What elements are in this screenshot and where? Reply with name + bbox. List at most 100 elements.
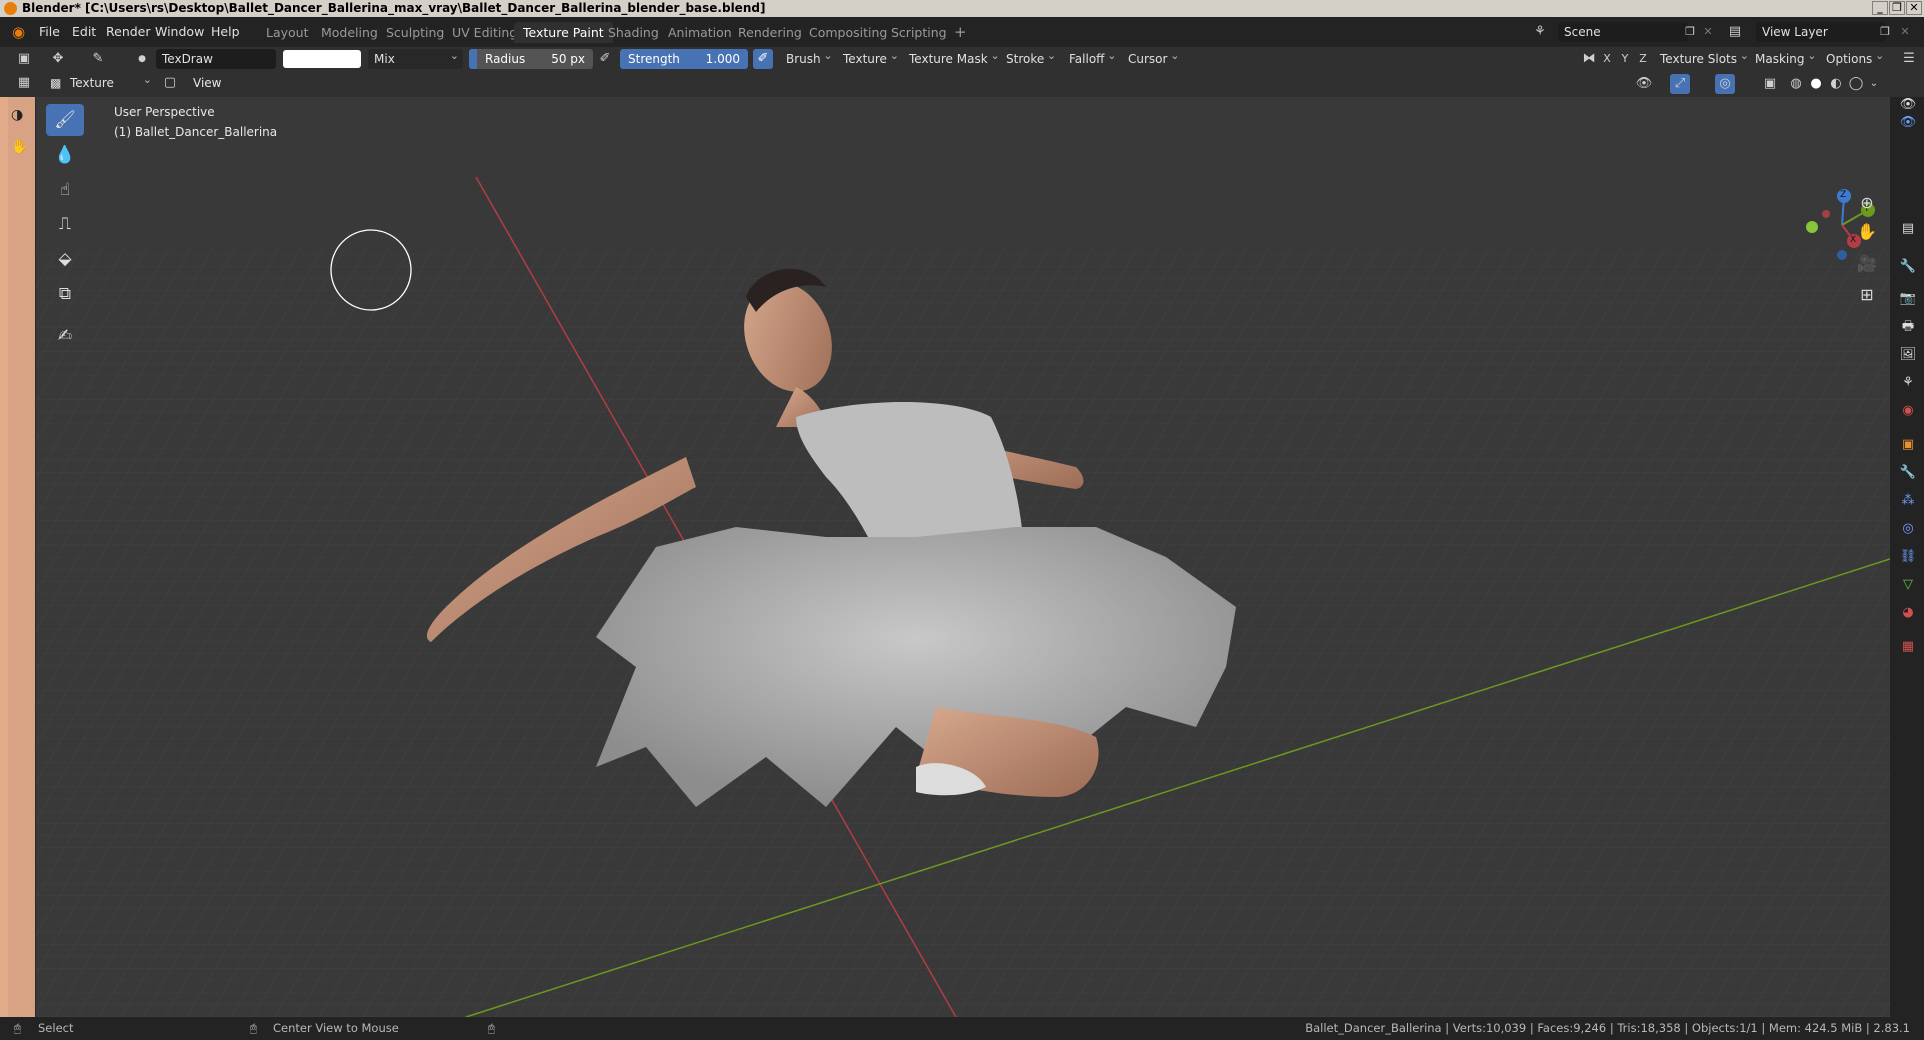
view-menu[interactable]: View [193, 76, 221, 90]
scene-browse-icon[interactable]: ⚘ [1530, 22, 1550, 42]
modifier-properties-icon[interactable]: 🔧 [1898, 463, 1918, 483]
tool-properties-icon[interactable]: ▤ [1898, 219, 1918, 239]
tab-modeling[interactable]: Modeling [312, 22, 387, 43]
scene-name-field[interactable]: Scene [1558, 22, 1688, 42]
3d-viewport[interactable]: Z Y X User Perspective (1) Ballet_Dancer… [36, 97, 1890, 1017]
add-workspace-button[interactable]: + [945, 22, 976, 43]
radius-slider[interactable]: Radius 50 px [469, 49, 593, 69]
texture-slots-menu[interactable]: Texture Slots [1654, 46, 1753, 69]
strength-label: Strength [628, 52, 680, 66]
pan-icon[interactable]: ✋ [1853, 218, 1881, 246]
draw-tool[interactable]: 🖌 [46, 104, 84, 136]
wireframe-shading-icon[interactable]: ◍ [1786, 74, 1806, 94]
gizmo-toggle-icon[interactable]: ⤢ [1670, 74, 1690, 94]
options-menu[interactable]: Options [1820, 46, 1888, 69]
stroke-menu[interactable]: Stroke [1000, 46, 1060, 69]
tab-shading[interactable]: Shading [599, 22, 668, 43]
xray-toggle-icon[interactable]: ▣ [1760, 74, 1780, 94]
menu-window[interactable]: Window [155, 24, 204, 39]
menu-edit[interactable]: Edit [72, 24, 96, 39]
blender-logo-icon [4, 2, 17, 15]
mirror-z-toggle[interactable]: Z [1633, 49, 1653, 69]
region-toggle-icon[interactable]: ◑ [11, 107, 23, 123]
brush-menu[interactable]: Brush [780, 46, 837, 69]
material-shading-icon[interactable]: ◐ [1826, 74, 1846, 94]
strength-slider[interactable]: Strength 1.000 [620, 49, 748, 69]
rendered-shading-icon[interactable]: ◯ [1846, 74, 1866, 94]
overlay-toggle-icon[interactable]: ◎ [1715, 74, 1735, 94]
data-properties-icon[interactable]: ▽ [1898, 575, 1918, 595]
mouse-left-icon: 🖱 [14, 1021, 21, 1035]
view-layer-new-icon[interactable]: ❐ [1875, 22, 1895, 42]
masking-menu[interactable]: Masking [1749, 46, 1820, 69]
fill-tool[interactable]: ⬙ [46, 243, 84, 275]
mirror-icon[interactable]: ⧓ [1579, 49, 1599, 69]
soften-tool[interactable]: 💧 [46, 139, 84, 171]
mode-dropdown[interactable]: ▩ Texture Paint [46, 70, 156, 110]
particle-properties-icon[interactable]: ⁂ [1898, 491, 1918, 511]
menu-help[interactable]: Help [211, 24, 240, 39]
physics-properties-icon[interactable]: ◎ [1898, 519, 1918, 539]
tab-texture-paint[interactable]: Texture Paint [514, 22, 613, 43]
texture-properties-icon[interactable]: ▦ [1898, 637, 1918, 657]
texture-menu[interactable]: Texture [837, 46, 903, 69]
tab-sculpting[interactable]: Sculpting [377, 22, 453, 43]
clone-tool[interactable]: ⎍ [46, 208, 84, 240]
scene-properties-icon[interactable]: ⚘ [1898, 373, 1918, 393]
eye-visibility-icon[interactable]: 👁 [1898, 95, 1918, 115]
brush-preview-icon[interactable]: ✎ [88, 49, 108, 69]
scene-new-icon[interactable]: ❐ [1680, 22, 1700, 42]
constraint-properties-icon[interactable]: ⛓ [1898, 547, 1918, 567]
menu-file[interactable]: File [39, 24, 60, 39]
perspective-toggle-icon[interactable]: ⊞ [1853, 281, 1881, 309]
scene-remove-icon[interactable]: ✕ [1698, 22, 1718, 42]
visibility-icon[interactable]: 👁 [1634, 74, 1654, 94]
view-layer-remove-icon[interactable]: ✕ [1895, 22, 1915, 42]
zoom-icon[interactable]: ⊕ [1853, 189, 1881, 217]
render-properties-icon[interactable]: 📷 [1898, 289, 1918, 309]
fake-user-icon[interactable]: ● [132, 49, 152, 69]
eye-active-icon[interactable]: 👁 [1898, 113, 1918, 133]
strength-pressure-icon[interactable]: ✐ [753, 49, 773, 69]
status-center-view: Center View to Mouse [273, 1021, 399, 1035]
texture-mask-menu[interactable]: Texture Mask [903, 46, 1004, 69]
tab-rendering[interactable]: Rendering [729, 22, 811, 43]
tool-shelf: 🖌 💧 ☝ ⎍ ⬙ ⧉ ✍ [44, 104, 88, 354]
cursor-menu[interactable]: Cursor [1122, 46, 1183, 69]
radius-pressure-icon[interactable]: ✐ [595, 49, 615, 69]
mask-tool[interactable]: ⧉ [46, 278, 84, 310]
tab-layout[interactable]: Layout [257, 22, 318, 43]
mask-toggle-icon[interactable]: ▢ [160, 73, 180, 93]
object-properties-icon[interactable]: ▣ [1898, 435, 1918, 455]
brush-name-field[interactable]: TexDraw [156, 49, 276, 69]
minimize-button[interactable]: _ [1872, 1, 1888, 15]
shading-options-icon[interactable]: ⌄ [1864, 74, 1884, 94]
view-layer-field[interactable]: View Layer [1756, 22, 1886, 42]
world-properties-icon[interactable]: ◉ [1898, 401, 1918, 421]
blend-mode-dropdown[interactable]: Mix [368, 46, 463, 69]
tool-icon[interactable]: ✥ [48, 49, 68, 69]
editor-type-icon[interactable]: ▣ [14, 49, 34, 69]
falloff-menu[interactable]: Falloff [1063, 46, 1120, 69]
menu-render[interactable]: Render [106, 24, 151, 39]
mirror-x-toggle[interactable]: X [1597, 49, 1617, 69]
annotate-tool[interactable]: ✍ [46, 320, 84, 352]
pan-hand-icon[interactable]: ✋ [11, 139, 28, 155]
active-tool-icon[interactable]: 🔧 [1898, 257, 1918, 277]
texture-paint-mode-icon: ▩ [50, 76, 62, 90]
view-layer-properties-icon[interactable]: 🖼 [1898, 345, 1918, 365]
output-properties-icon[interactable]: 🖶 [1898, 317, 1918, 337]
material-properties-icon[interactable]: ◕ [1898, 603, 1918, 623]
radius-value: 50 px [551, 52, 585, 66]
mirror-y-toggle[interactable]: Y [1615, 49, 1635, 69]
view-layer-browse-icon[interactable]: ▤ [1725, 22, 1745, 42]
smear-tool[interactable]: ☝ [46, 174, 84, 206]
solid-shading-icon[interactable]: ● [1806, 74, 1826, 94]
brush-color-swatch[interactable] [283, 50, 361, 68]
close-button[interactable]: ✕ [1906, 1, 1922, 15]
camera-view-icon[interactable]: 🎥 [1853, 250, 1881, 278]
blender-menu-icon[interactable]: ◉ [12, 23, 25, 41]
viewport-editor-icon[interactable]: ▦ [14, 73, 34, 93]
outliner-toggle-icon[interactable]: ☰ [1899, 49, 1919, 69]
maximize-button[interactable]: ❐ [1889, 1, 1905, 15]
